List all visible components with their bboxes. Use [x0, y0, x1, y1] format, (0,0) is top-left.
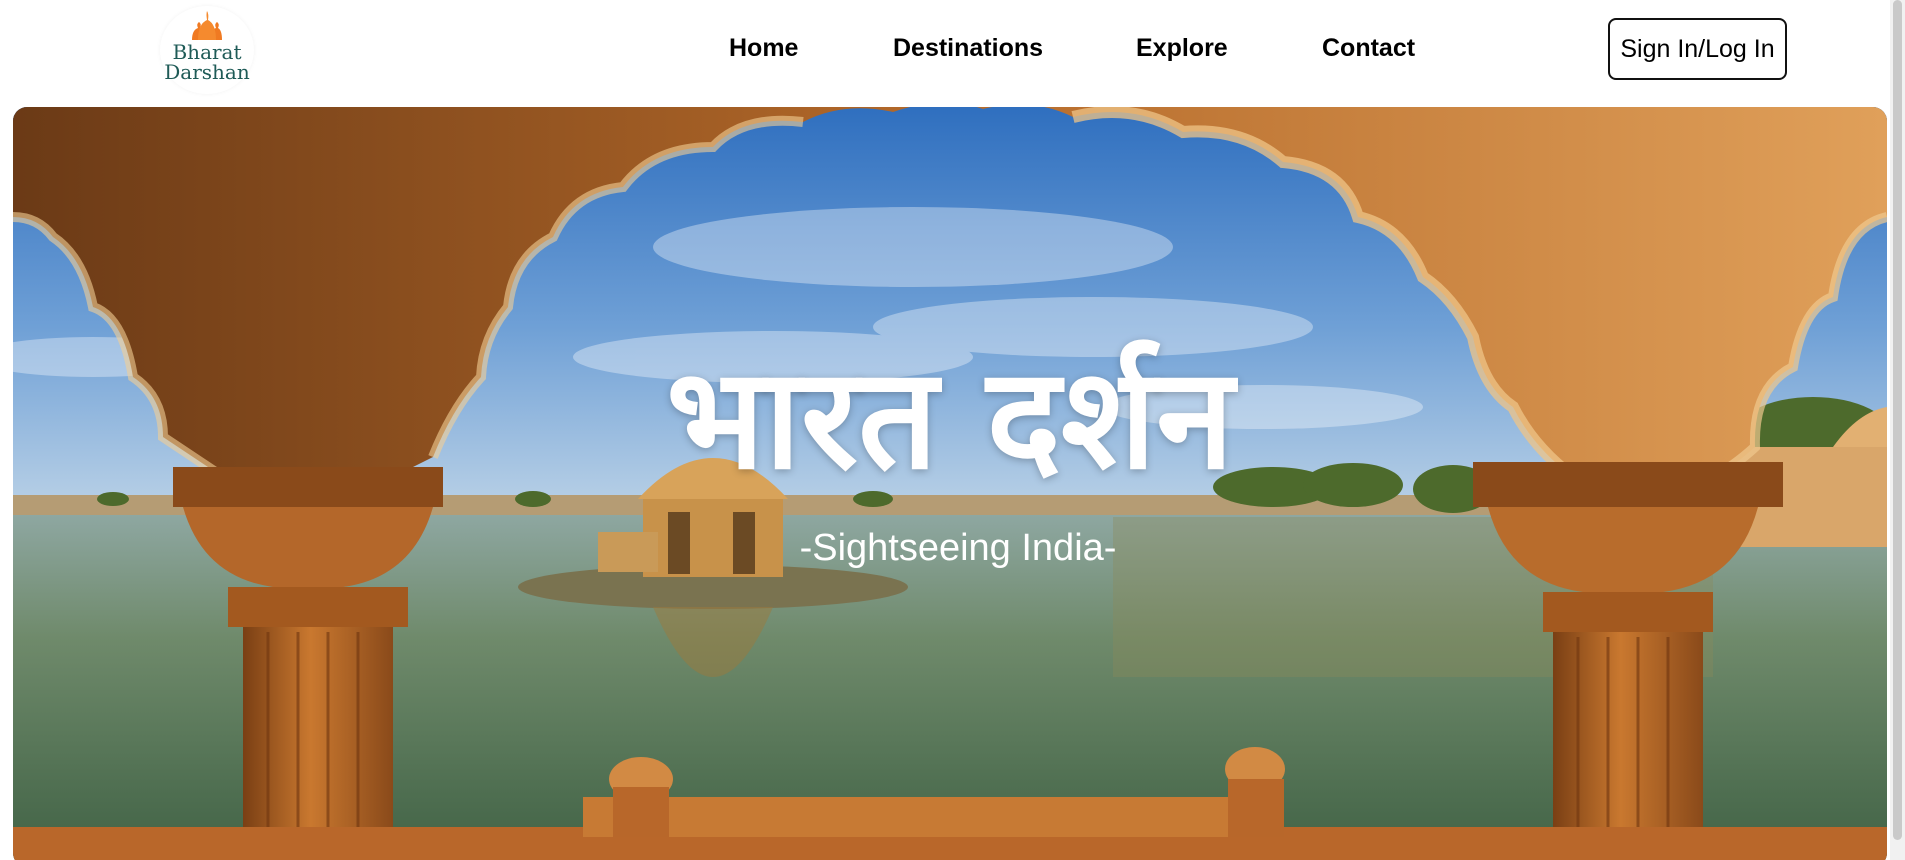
nav-destinations[interactable]: Destinations — [893, 32, 1043, 64]
hero-subtitle: -Sightseeing India- — [799, 527, 1117, 569]
nav-home[interactable]: Home — [729, 32, 798, 64]
nav-contact[interactable]: Contact — [1322, 32, 1415, 64]
signin-button[interactable]: Sign In/Log In — [1608, 18, 1787, 80]
scrollbar-thumb[interactable] — [1893, 0, 1902, 840]
nav-explore[interactable]: Explore — [1136, 32, 1228, 64]
site-header: Bharat Darshan Home Destinations Explore… — [0, 0, 1905, 106]
brand-name-line2: Darshan — [164, 60, 250, 84]
hero-title: भारत दर्शन — [666, 338, 1234, 501]
hero-banner: भारत दर्शन -Sightseeing India- — [13, 107, 1887, 860]
